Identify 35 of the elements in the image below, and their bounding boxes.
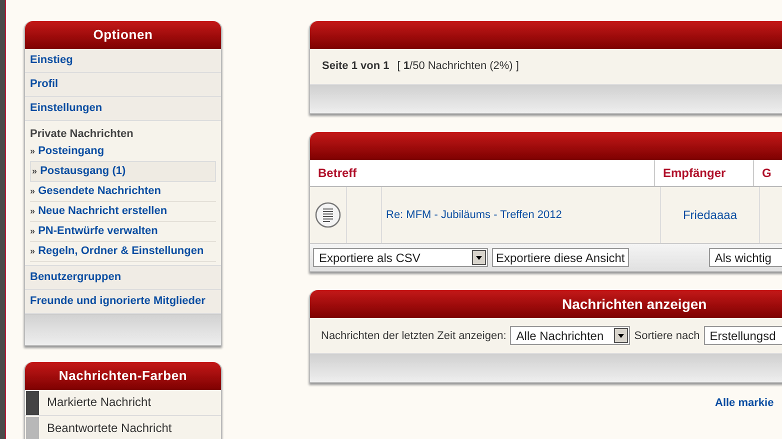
sidebar-sub-link[interactable]: » Neue Nachricht erstellen <box>30 202 216 222</box>
sidebar-sub-link[interactable]: » PN-Entwürfe verwalten <box>30 222 216 242</box>
sort-select[interactable]: Erstellungsd <box>704 326 782 345</box>
sidebar-link[interactable]: Einstieg <box>25 49 221 73</box>
sidebar-link[interactable]: Einstellungen <box>25 97 221 121</box>
column-header[interactable]: Betreff <box>310 160 655 186</box>
sidebar-sub-link[interactable]: » Posteingang <box>30 142 216 161</box>
page-info: Seite 1 von 1 <box>322 60 390 72</box>
dropdown-icon <box>472 250 486 265</box>
message-icon <box>315 202 341 228</box>
message-subject-link[interactable]: Re: MFM - Jubiläums - Treffen 2012 <box>386 209 562 221</box>
period-select[interactable]: Alle Nachrichten <box>510 326 630 345</box>
panel-title: Optionen <box>25 21 221 49</box>
section-title: Private Nachrichten <box>30 127 134 142</box>
column-header[interactable]: Empfänger <box>655 160 754 186</box>
sidebar-sub-link[interactable]: » Postausgang (1) <box>30 161 216 182</box>
period-label: Nachrichten der letzten Zeit anzeigen: <box>321 330 506 342</box>
export-select[interactable]: Exportiere als CSV <box>313 248 488 267</box>
message-count: [ 1/50 Nachrichten (2%) ] <box>397 60 519 72</box>
color-label: Beantwortete Nachricht <box>47 420 172 437</box>
sidebar-link[interactable]: Profil <box>25 73 221 97</box>
sidebar-link[interactable]: Benutzergruppen <box>25 266 221 290</box>
sidebar-sub-link[interactable]: » Regeln, Ordner & Einstellungen <box>30 242 216 262</box>
export-button[interactable]: Exportiere diese Ansicht <box>492 248 629 267</box>
mark-select[interactable]: Als wichtig <box>708 248 782 267</box>
sort-label: Sortiere nach <box>634 330 700 342</box>
color-label: Markierte Nachricht <box>47 394 152 411</box>
column-header[interactable]: G <box>754 160 772 186</box>
panel-title: Nachrichten-Farben <box>25 362 221 390</box>
recipient-link[interactable]: Friedaaaa <box>682 208 738 222</box>
sidebar-link[interactable]: Freunde und ignorierte Mitglieder <box>25 290 221 314</box>
dropdown-icon <box>614 328 628 343</box>
sidebar-sub-link[interactable]: » Gesendete Nachrichten <box>30 182 216 202</box>
panel-title: Nachrichten anzeigen <box>310 290 782 318</box>
mark-all-link[interactable]: Alle markie <box>715 397 774 409</box>
